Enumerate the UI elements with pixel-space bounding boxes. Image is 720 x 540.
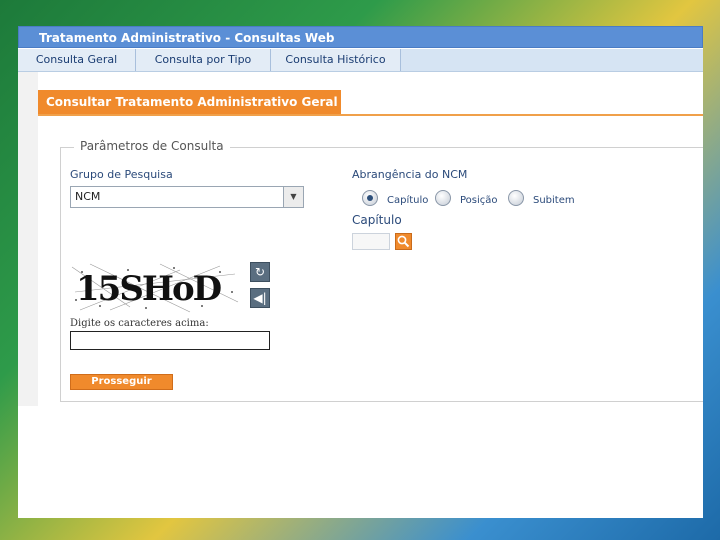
section-title: Consultar Tratamento Administrativo Gera… bbox=[38, 90, 341, 114]
radio-posicao-label: Posição bbox=[460, 195, 498, 206]
captcha-audio-button[interactable]: ◀| bbox=[250, 288, 270, 308]
tab-consulta-por-tipo[interactable]: Consulta por Tipo bbox=[136, 49, 271, 71]
tab-consulta-historico[interactable]: Consulta Histórico bbox=[271, 49, 401, 71]
captcha-text: 15SHoD bbox=[76, 269, 222, 309]
tab-consulta-geral[interactable]: Consulta Geral bbox=[18, 49, 136, 71]
captcha-image: 15SHoD bbox=[70, 262, 240, 314]
search-icon bbox=[397, 235, 410, 248]
refresh-icon: ↻ bbox=[254, 265, 266, 279]
captcha-refresh-button[interactable]: ↻ bbox=[250, 262, 270, 282]
group-select[interactable]: NCM ▼ bbox=[70, 186, 304, 208]
section-divider bbox=[38, 114, 703, 116]
radio-posicao[interactable] bbox=[435, 190, 451, 206]
chapter-label: Capítulo bbox=[352, 213, 402, 227]
submit-button[interactable]: Prosseguir bbox=[70, 374, 173, 390]
radio-subitem[interactable] bbox=[508, 190, 524, 206]
left-gutter bbox=[18, 72, 38, 406]
nav-bar: Consulta Geral Consulta por Tipo Consult… bbox=[18, 49, 703, 72]
captcha-instruction: Digite os caracteres acima: bbox=[70, 318, 209, 329]
audio-icon: ◀| bbox=[253, 291, 267, 305]
scope-label: Abrangência do NCM bbox=[352, 168, 468, 181]
fieldset-legend: Parâmetros de Consulta bbox=[74, 139, 230, 153]
captcha-input[interactable] bbox=[70, 331, 270, 350]
radio-capitulo-label: Capítulo bbox=[387, 195, 429, 206]
chapter-input[interactable] bbox=[352, 233, 390, 250]
app-window: Tratamento Administrativo - Consultas We… bbox=[18, 26, 703, 518]
radio-capitulo[interactable] bbox=[362, 190, 378, 206]
chapter-search-button[interactable] bbox=[395, 233, 412, 250]
group-select-value: NCM bbox=[75, 190, 101, 203]
group-label: Grupo de Pesquisa bbox=[70, 168, 173, 181]
window-title: Tratamento Administrativo - Consultas We… bbox=[18, 26, 703, 48]
chevron-down-icon[interactable]: ▼ bbox=[283, 187, 303, 207]
radio-subitem-label: Subitem bbox=[533, 195, 575, 206]
